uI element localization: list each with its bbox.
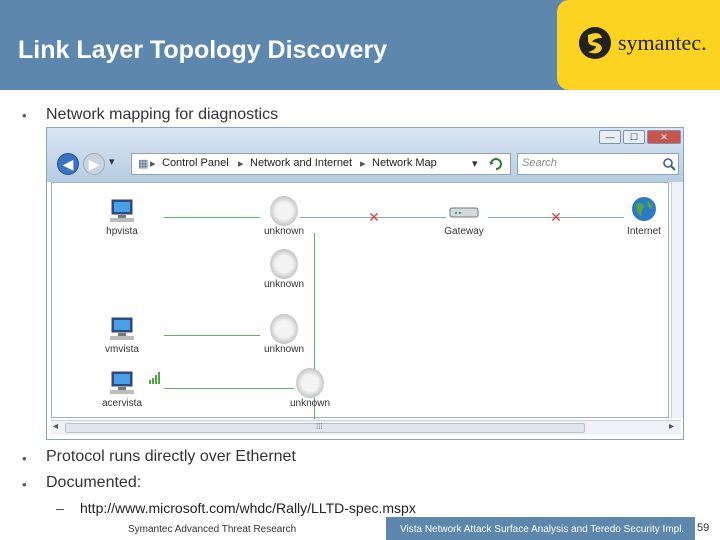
address-bar[interactable]: ▦ ▸ Control Panel ▸ Network and Internet… xyxy=(131,153,511,175)
breadcrumb-separator: ▸ xyxy=(238,158,244,170)
breadcrumb-network-and-internet[interactable]: Network and Internet xyxy=(250,157,352,169)
node-label-vmvista: vmvista xyxy=(105,344,139,355)
wireless-signal-icon xyxy=(149,372,160,384)
back-icon[interactable]: ◀ xyxy=(57,153,79,175)
bullet-dot: • xyxy=(22,108,27,123)
footer-right: Vista Network Attack Surface Analysis an… xyxy=(400,524,685,535)
bullet-documented: Documented: xyxy=(46,474,142,491)
spec-url: http://www.microsoft.com/whdc/Rally/LLTD… xyxy=(80,500,416,516)
breadcrumb-separator: ▸ xyxy=(150,158,156,170)
close-button[interactable]: ✕ xyxy=(647,130,681,144)
symantec-logo-icon xyxy=(579,27,611,59)
search-input[interactable]: Search xyxy=(517,153,679,175)
bullet-network-mapping: Network mapping for diagnostics xyxy=(46,106,279,123)
broken-link-icon: ✕ xyxy=(550,209,562,225)
unknown-device-icon[interactable] xyxy=(296,368,324,398)
link-vmvista-unknown xyxy=(164,335,260,336)
slide-title: Link Layer Topology Discovery xyxy=(18,36,388,64)
node-label-unknown: unknown xyxy=(263,279,305,290)
forward-icon[interactable]: ▶ xyxy=(83,153,105,175)
network-map-canvas: ✕ ✕ hpvista unknown Gateway Internet unk… xyxy=(51,182,669,419)
footer-left: Symantec Advanced Threat Research xyxy=(128,524,297,535)
maximize-button[interactable]: ☐ xyxy=(623,130,645,144)
bullet-protocol: Protocol runs directly over Ethernet xyxy=(46,448,296,465)
history-dropdown-icon[interactable]: ▾ xyxy=(109,155,115,168)
link-acervista-unknown xyxy=(164,388,294,389)
computer-icon[interactable] xyxy=(109,371,135,395)
broken-link-icon: ✕ xyxy=(368,209,380,225)
scroll-left-icon[interactable]: ◂ xyxy=(53,421,58,432)
link-hpvista-unknown xyxy=(164,217,260,218)
unknown-device-icon[interactable] xyxy=(270,314,298,344)
computer-icon[interactable] xyxy=(109,317,135,341)
node-label-unknown: unknown xyxy=(263,226,305,237)
globe-icon[interactable] xyxy=(630,195,658,223)
breadcrumb-network-map[interactable]: Network Map xyxy=(372,157,437,169)
breadcrumb-control-panel[interactable]: Control Panel xyxy=(162,157,229,169)
node-label-internet: Internet xyxy=(627,226,661,237)
bullet-dot: • xyxy=(22,477,27,492)
horizontal-scroll-thumb[interactable]: ⁞⁞⁞ xyxy=(65,422,585,433)
scroll-grip-icon: ⁞⁞⁞ xyxy=(316,422,323,431)
node-label-unknown: unknown xyxy=(289,398,331,409)
symantec-logo-text: symantec. xyxy=(618,30,707,55)
unknown-device-icon[interactable] xyxy=(270,249,298,279)
search-placeholder: Search xyxy=(522,157,557,169)
node-label-hpvista: hpvista xyxy=(106,226,138,237)
minimize-button[interactable]: — xyxy=(599,130,621,144)
network-map-window: — ☐ ✕ ◀ ▶ ▾ ▦ ▸ Control Panel ▸ Network … xyxy=(46,127,684,440)
router-icon[interactable] xyxy=(448,205,480,219)
bullet-dot: • xyxy=(22,451,27,466)
scroll-right-icon[interactable]: ▸ xyxy=(669,421,674,432)
address-dropdown-icon[interactable]: ▾ xyxy=(472,157,478,170)
folder-icon: ▦ xyxy=(138,158,149,170)
computer-icon[interactable] xyxy=(109,199,135,223)
sub-bullet-dash: – xyxy=(56,500,64,516)
refresh-icon[interactable] xyxy=(488,157,504,171)
page-number: 59 xyxy=(697,522,710,534)
search-icon[interactable] xyxy=(662,157,676,171)
unknown-device-icon[interactable] xyxy=(270,196,298,226)
node-label-gateway: Gateway xyxy=(444,226,484,237)
node-label-acervista: acervista xyxy=(101,398,143,409)
vertical-scrollbar[interactable] xyxy=(671,182,683,418)
breadcrumb-separator: ▸ xyxy=(360,158,366,170)
node-label-unknown: unknown xyxy=(263,344,305,355)
horizontal-scrollbar[interactable]: ◂ ⁞⁞⁞ ▸ xyxy=(51,420,681,435)
